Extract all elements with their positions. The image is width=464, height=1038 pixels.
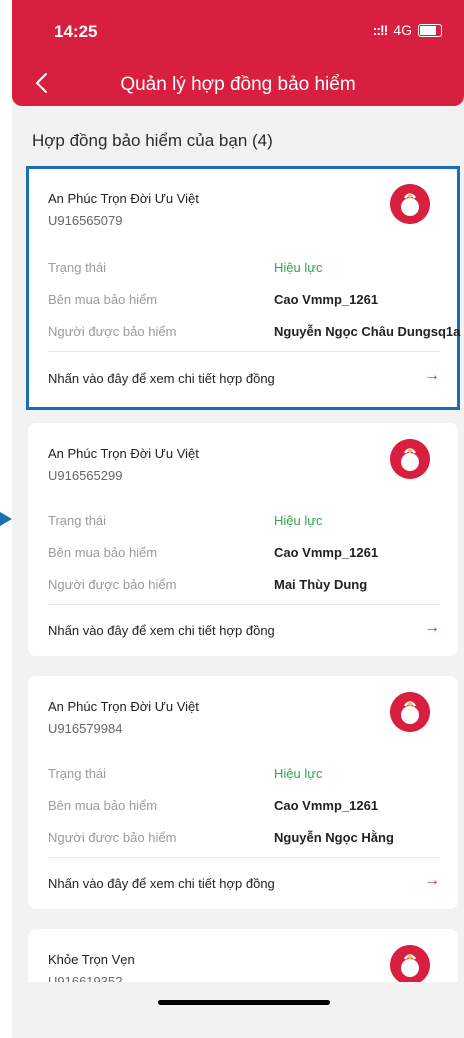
insurance-logo-icon [390, 692, 430, 732]
highlight-pointer-arrow [0, 512, 12, 526]
buyer-value: Cao Vmmp_1261 [274, 292, 379, 307]
status-label: Trạng thái [48, 766, 107, 781]
page-title: Quản lý hợp đồng bảo hiểm [120, 74, 356, 95]
arrow-right-icon[interactable]: → [424, 368, 440, 384]
insured-row: Người được bảo hiểm Nguyễn Ngọc Hằng [48, 830, 448, 850]
insured-row: Người được bảo hiểm Mai Thùy Dung [48, 577, 448, 597]
buyer-row: Bên mua bảo hiểm Cao Vmmp_1261 [48, 798, 448, 818]
status-row: Trạng thái Hiệu lực [48, 513, 448, 533]
divider [48, 351, 440, 352]
insured-row: Người được bảo hiểm Nguyễn Ngọc Châu Dun… [48, 324, 460, 344]
insured-value: Nguyễn Ngọc Châu Dungsq1a [274, 324, 461, 339]
product-name: An Phúc Trọn Đời Ưu Việt [48, 191, 199, 206]
contract-number: U916565299 [48, 468, 123, 483]
contract-number: U916579984 [48, 721, 123, 736]
contract-card[interactable]: An Phúc Trọn Đời Ưu Việt U916565079 Trạn… [26, 166, 460, 410]
product-name: An Phúc Trọn Đời Ưu Việt [48, 446, 199, 461]
section-title: Hợp đồng bảo hiểm của bạn (4) [32, 131, 273, 150]
insured-label: Người được bảo hiểm [48, 324, 177, 339]
status-value: Hiệu lực [274, 260, 323, 275]
insured-label: Người được bảo hiểm [48, 577, 177, 592]
bottom-safe-area [12, 982, 464, 1038]
status-indicators: ::!! 4G [373, 22, 442, 38]
status-value: Hiệu lực [274, 766, 323, 781]
status-label: Trạng thái [48, 260, 107, 275]
status-row: Trạng thái Hiệu lực [48, 766, 448, 786]
network-type: 4G [393, 22, 412, 38]
insurance-logo-icon [390, 945, 430, 985]
buyer-label: Bên mua bảo hiểm [48, 292, 158, 307]
status-label: Trạng thái [48, 513, 107, 528]
insured-label: Người được bảo hiểm [48, 830, 177, 845]
status-time: 14:25 [54, 22, 98, 41]
buyer-value: Cao Vmmp_1261 [274, 545, 379, 560]
phone-screen: 14:25 ::!! 4G Quản lý hợp đồng bảo hiểm … [12, 0, 464, 1038]
battery-icon [418, 23, 442, 37]
buyer-label: Bên mua bảo hiểm [48, 798, 158, 813]
insured-value: Nguyễn Ngọc Hằng [274, 830, 394, 845]
product-name: Khỏe Trọn Vẹn [48, 952, 135, 967]
divider [48, 857, 440, 858]
arrow-right-icon[interactable]: → [424, 620, 440, 636]
product-name: An Phúc Trọn Đời Ưu Việt [48, 699, 199, 714]
home-indicator[interactable] [158, 1000, 330, 1005]
buyer-label: Bên mua bảo hiểm [48, 545, 158, 560]
buyer-row: Bên mua bảo hiểm Cao Vmmp_1261 [48, 292, 448, 312]
buyer-row: Bên mua bảo hiểm Cao Vmmp_1261 [48, 545, 448, 565]
insurance-logo-icon [390, 184, 430, 224]
detail-link[interactable]: Nhấn vào đây để xem chi tiết hợp đồng [48, 623, 275, 638]
insurance-logo-icon [390, 439, 430, 479]
detail-link[interactable]: Nhấn vào đây để xem chi tiết hợp đồng [48, 371, 275, 386]
status-value: Hiệu lực [274, 513, 323, 528]
contract-number: U916565079 [48, 213, 123, 228]
detail-link[interactable]: Nhấn vào đây để xem chi tiết hợp đồng [48, 876, 275, 891]
signal-icon: ::!! [372, 22, 389, 38]
arrow-right-icon[interactable]: → [424, 873, 440, 889]
insured-value: Mai Thùy Dung [274, 577, 368, 592]
status-row: Trạng thái Hiệu lực [48, 260, 448, 280]
divider [48, 604, 440, 605]
contract-card[interactable]: An Phúc Trọn Đời Ưu Việt U916579984 Trạn… [28, 676, 458, 909]
app-header: 14:25 ::!! 4G Quản lý hợp đồng bảo hiểm [12, 0, 464, 106]
contract-card[interactable]: An Phúc Trọn Đời Ưu Việt U916565299 Trạn… [28, 423, 458, 656]
buyer-value: Cao Vmmp_1261 [274, 798, 379, 813]
